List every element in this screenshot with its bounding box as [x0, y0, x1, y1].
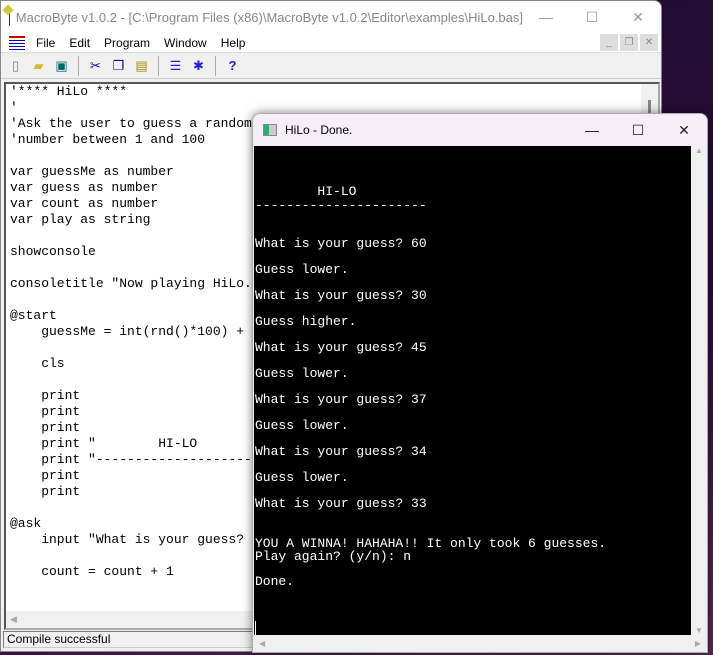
- help-icon[interactable]: ?: [223, 56, 242, 75]
- window-title: MacroByte v1.0.2 - [C:\Program Files (x8…: [15, 9, 523, 25]
- document-icon[interactable]: [9, 35, 25, 50]
- console-line: What is your guess? 60: [255, 236, 427, 251]
- console-line: What is your guess? 30: [255, 288, 427, 303]
- console-window: HiLo - Done. — ☐ ✕ HI-LO ----------------…: [252, 113, 708, 653]
- menu-file[interactable]: File: [29, 36, 62, 50]
- console-line: What is your guess? 33: [255, 496, 427, 511]
- console-line: What is your guess? 37: [255, 392, 427, 407]
- toolbar: ▯ ▰ ▣ ✂ ❐ ▤ ☰ ✱ ?: [1, 53, 661, 79]
- debug-bug-icon[interactable]: ✱: [189, 56, 208, 75]
- console-maximize-button[interactable]: ☐: [615, 114, 661, 146]
- code-line: '**** HiLo ****: [10, 84, 128, 99]
- console-line: What is your guess? 34: [255, 444, 427, 459]
- copy-icon[interactable]: ❐: [109, 56, 128, 75]
- menu-bar: File Edit Program Window Help _ ❐ ✕: [1, 33, 661, 53]
- console-output[interactable]: HI-LO ---------------------- What is your …: [254, 146, 693, 637]
- menu-program[interactable]: Program: [97, 36, 157, 50]
- console-vertical-scrollbar[interactable]: ▲ ▼: [691, 146, 707, 637]
- menu-edit[interactable]: Edit: [62, 36, 97, 50]
- minimize-button[interactable]: —: [523, 1, 569, 33]
- console-line: HI-LO: [255, 184, 357, 199]
- menu-window[interactable]: Window: [157, 36, 214, 50]
- console-title: HiLo - Done.: [285, 123, 353, 137]
- new-file-icon[interactable]: ▯: [6, 56, 25, 75]
- console-minimize-button[interactable]: —: [569, 114, 615, 146]
- console-line: What is your guess? 45: [255, 340, 427, 355]
- cut-icon[interactable]: ✂: [86, 56, 105, 75]
- console-line: ----------------------: [255, 198, 427, 213]
- main-title-bar[interactable]: MacroByte v1.0.2 - [C:\Program Files (x8…: [1, 1, 661, 33]
- open-folder-icon[interactable]: ▰: [29, 56, 48, 75]
- toolbar-separator: [158, 55, 159, 76]
- save-icon[interactable]: ▣: [52, 56, 71, 75]
- app-icon: [9, 8, 10, 26]
- mdi-close-button[interactable]: ✕: [640, 34, 658, 51]
- maximize-button[interactable]: ☐: [569, 1, 615, 33]
- console-line: Guess lower.: [255, 262, 349, 277]
- menu-help[interactable]: Help: [214, 36, 253, 50]
- mdi-restore-button[interactable]: ❐: [620, 34, 638, 51]
- console-line: Guess lower.: [255, 470, 349, 485]
- console-line: Guess higher.: [255, 314, 357, 329]
- paste-icon[interactable]: ▤: [132, 56, 151, 75]
- console-line: Play again? (y/n): n: [255, 549, 412, 564]
- toolbar-separator: [215, 55, 216, 76]
- console-horizontal-scrollbar[interactable]: ◀ ▶: [253, 635, 707, 652]
- console-line: Guess lower.: [255, 418, 349, 433]
- console-line: Done.: [255, 574, 295, 589]
- mdi-minimize-button[interactable]: _: [600, 34, 618, 51]
- console-app-icon: [263, 124, 277, 136]
- toolbar-separator: [78, 55, 79, 76]
- console-title-bar[interactable]: HiLo - Done. — ☐ ✕: [253, 114, 707, 146]
- close-button[interactable]: ✕: [615, 1, 661, 33]
- console-close-button[interactable]: ✕: [661, 114, 707, 146]
- run-icon[interactable]: ☰: [166, 56, 185, 75]
- console-line: Guess lower.: [255, 366, 349, 381]
- text-cursor: [255, 621, 256, 635]
